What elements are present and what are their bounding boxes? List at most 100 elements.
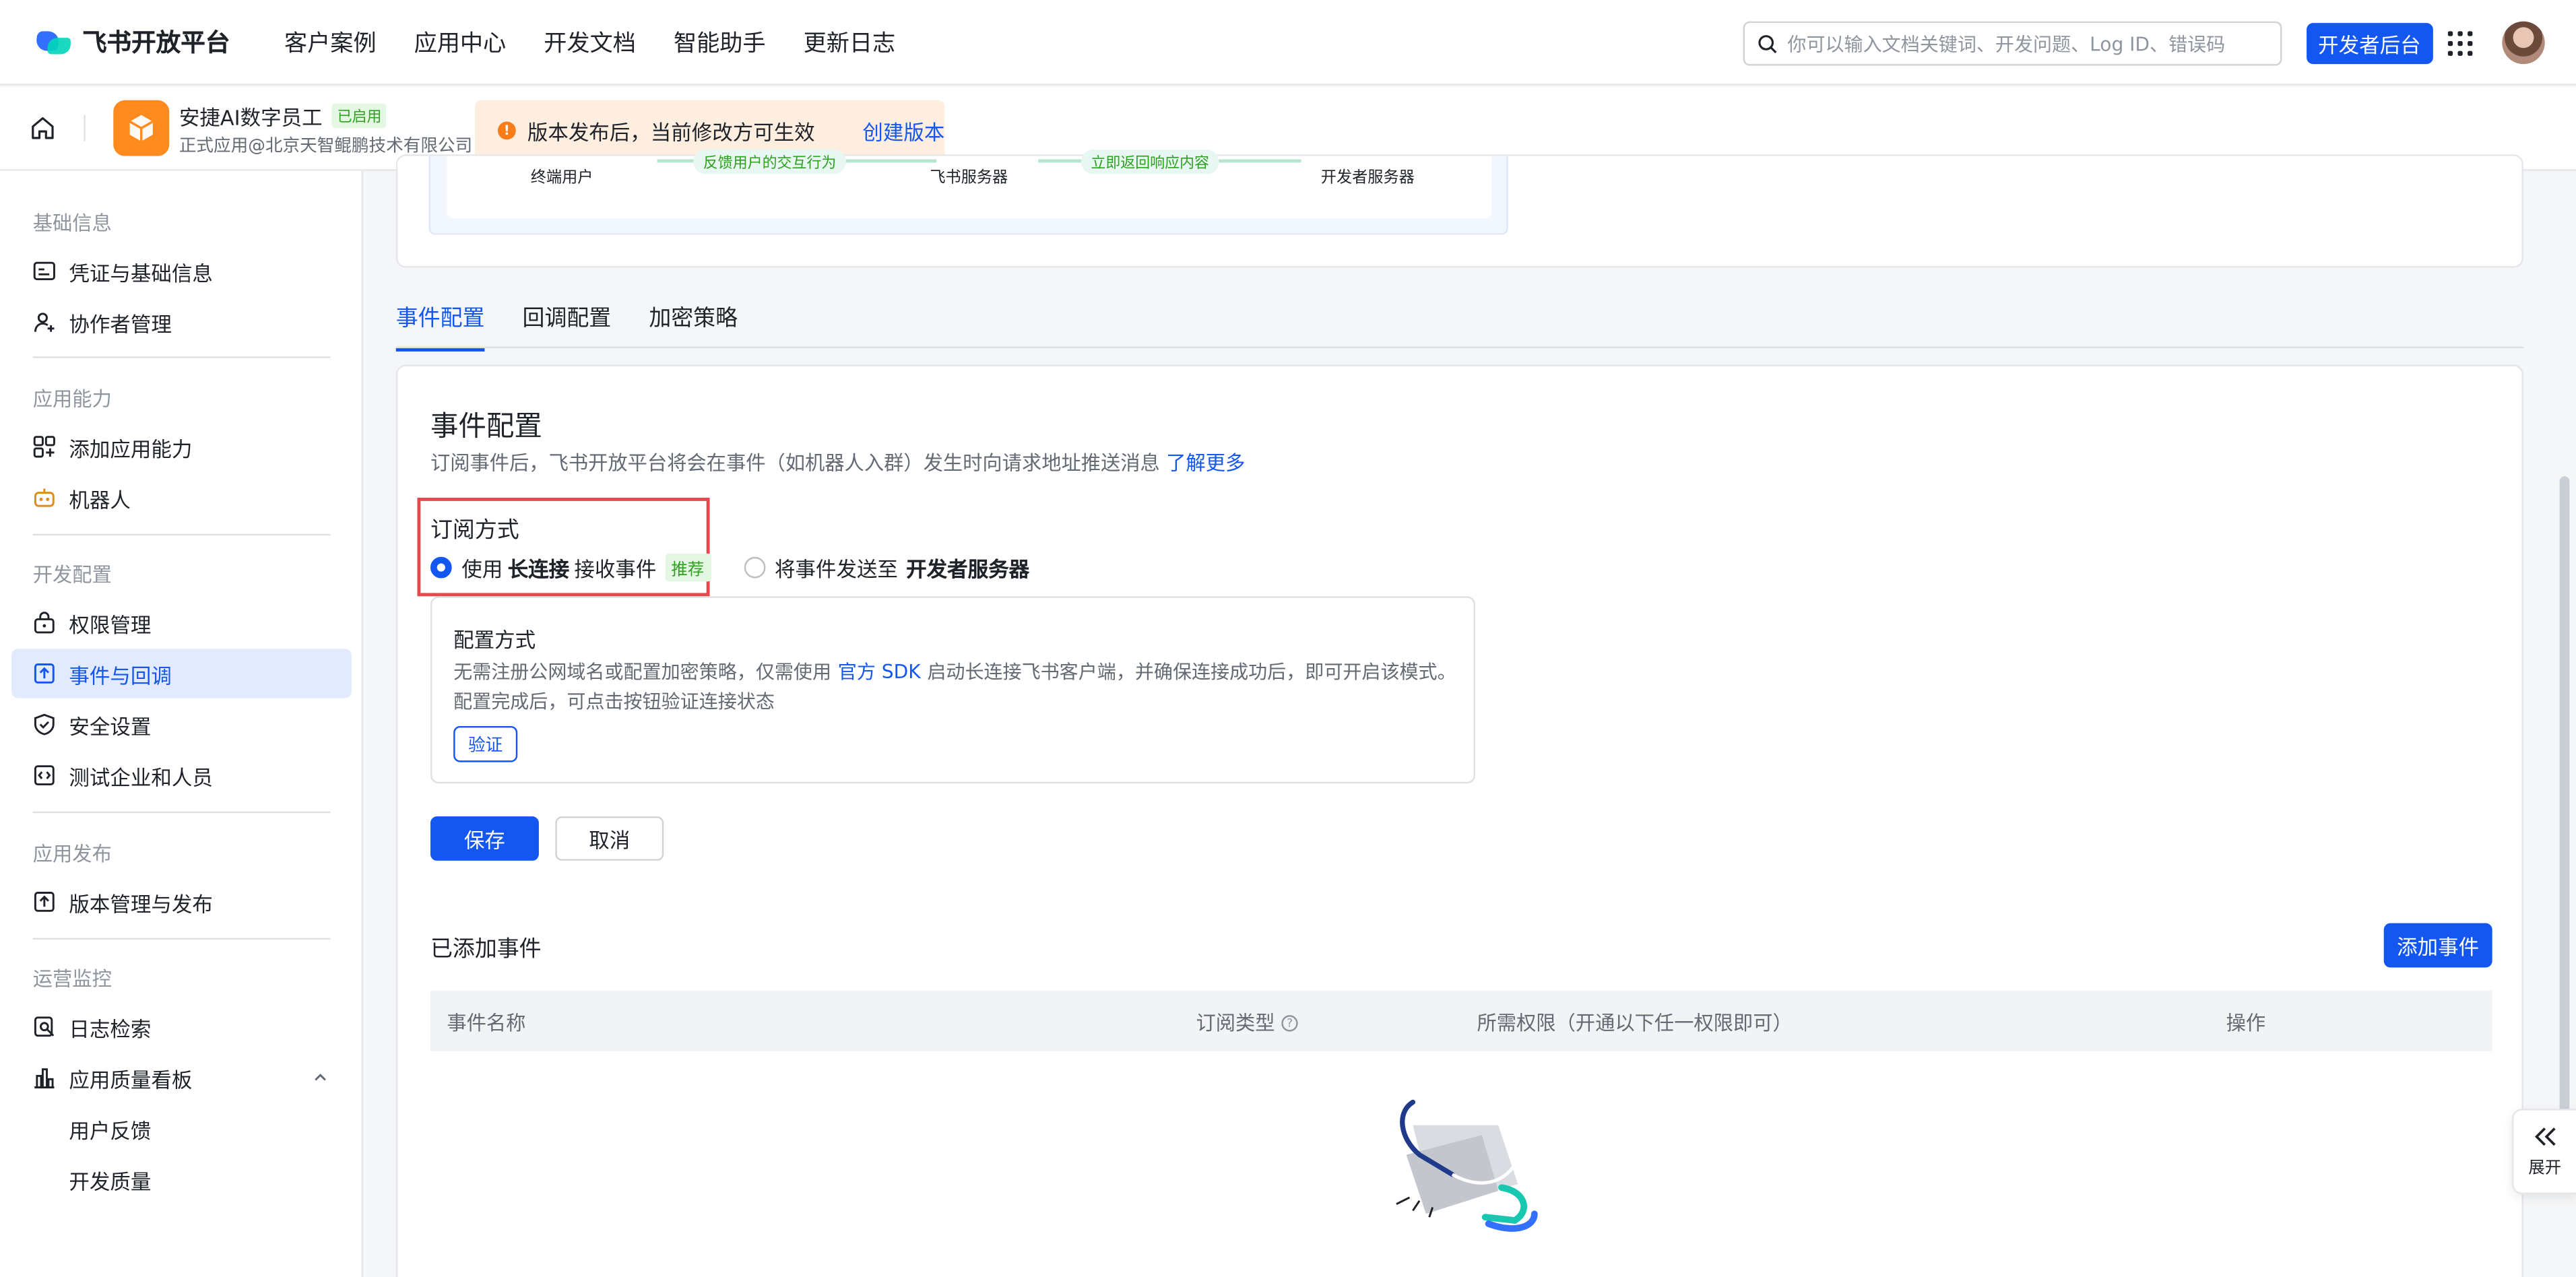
sidebar-item-collaborators[interactable]: 协作者管理: [11, 297, 352, 346]
tabs-divider: [395, 346, 2523, 349]
flow-label-feishu-server: 飞书服务器: [930, 169, 1008, 188]
scrollbar[interactable]: [2559, 476, 2570, 1117]
nav-link-app-center[interactable]: 应用中心: [414, 26, 507, 59]
added-events-title: 已添加事件: [430, 936, 542, 963]
sidebar-item-label: 添加应用能力: [69, 436, 193, 461]
bar-chart-icon: [34, 1068, 55, 1088]
sidebar-item-bot[interactable]: 机器人: [11, 473, 352, 522]
sidebar-item-label: 开发质量: [69, 1169, 152, 1193]
sidebar-item-test-tenants[interactable]: 测试企业和人员: [11, 751, 352, 800]
option-prefix: 使用: [461, 556, 503, 582]
nav-link-docs[interactable]: 开发文档: [544, 26, 636, 59]
sidebar-item-user-feedback[interactable]: 用户反馈: [11, 1104, 352, 1153]
sidebar-item-label: 用户反馈: [69, 1117, 152, 1143]
robot-icon: [34, 488, 55, 507]
config-method-text: 无需注册公网域名或配置加密策略，仅需使用 官方 SDK 启动长连接飞书客户端，并确保…: [453, 657, 1464, 717]
shield-icon: [34, 713, 55, 735]
sidebar-item-quality-dashboard[interactable]: 应用质量看板: [11, 1053, 352, 1102]
sidebar-divider: [32, 356, 331, 358]
logo-text: 飞书开放平台: [82, 28, 230, 58]
sidebar-item-events-callbacks[interactable]: 事件与回调: [11, 649, 352, 698]
sidebar-group-title: 开发配置: [32, 563, 112, 587]
flow-diagram: 终端用户 反馈用户的交互行为 飞书服务器 立即返回响应内容 开发者服务器: [428, 149, 1508, 235]
warning-icon: !: [497, 121, 516, 139]
apps-grid-icon[interactable]: [2447, 31, 2473, 56]
config-tabs: 事件配置 回调配置 加密策略: [395, 299, 738, 352]
cancel-button[interactable]: 取消: [555, 816, 664, 861]
status-badge: 已启用: [332, 102, 387, 128]
tab-encryption[interactable]: 加密策略: [649, 299, 738, 352]
section-description: 订阅事件后，飞书开放平台将会在事件（如机器人入群）发生时向请求地址推送消息 了解…: [430, 449, 1245, 476]
option-suffix: 接收事件: [574, 556, 657, 582]
sidebar-item-dev-quality[interactable]: 开发质量: [11, 1154, 352, 1204]
create-version-link[interactable]: 创建版本: [862, 114, 944, 145]
add-event-button[interactable]: 添加事件: [2383, 923, 2492, 968]
subscribe-mode-title: 订阅方式: [430, 517, 519, 544]
sidebar-item-release[interactable]: 版本管理与发布: [11, 877, 352, 926]
sidebar-item-label: 日志检索: [69, 1016, 152, 1041]
option-prefix: 将事件发送至: [775, 556, 898, 582]
search-icon: [1758, 34, 1777, 53]
sidebar: 基础信息 凭证与基础信息 协作者管理 应用能力 添加应用能力 机器人 开发配置 …: [0, 170, 363, 1277]
tab-event-config[interactable]: 事件配置: [395, 299, 485, 352]
home-icon[interactable]: [30, 115, 56, 141]
app-info: 安捷AI数字员工 已启用 正式应用@北京天智鲲鹏技术有限公司: [179, 100, 472, 157]
chevron-up-icon[interactable]: [312, 1070, 328, 1086]
radio-dev-server[interactable]: [743, 556, 765, 579]
expand-label: 展开: [2528, 1159, 2562, 1178]
sidebar-item-add-capability[interactable]: 添加应用能力: [11, 422, 352, 471]
sidebar-item-security[interactable]: 安全设置: [11, 700, 352, 749]
sidebar-item-label: 版本管理与发布: [69, 891, 213, 916]
sidebar-item-label: 机器人: [69, 487, 131, 512]
config-text: 启动长连接飞书客户端，并确保连接成功后，即可开启该模式。: [927, 660, 1456, 684]
expand-panel-button[interactable]: 展开: [2511, 1109, 2576, 1195]
nav-link-changelog[interactable]: 更新日志: [804, 26, 896, 59]
sidebar-group-title: 应用能力: [32, 387, 112, 411]
option-bold: 开发者服务器: [906, 556, 1030, 582]
double-chevron-left-icon: [2534, 1127, 2556, 1146]
sidebar-item-permissions[interactable]: 权限管理: [11, 598, 352, 647]
nav-link-assistant[interactable]: 智能助手: [674, 26, 766, 59]
sidebar-item-credentials[interactable]: 凭证与基础信息: [11, 247, 352, 296]
config-method-title: 配置方式: [453, 627, 536, 653]
column-header: 订阅类型 ?: [1196, 1008, 1298, 1036]
tab-callback-config[interactable]: 回调配置: [523, 299, 612, 352]
nav-links: 客户案例 应用中心 开发文档 智能助手 更新日志: [284, 26, 895, 59]
sidebar-item-label: 应用质量看板: [69, 1067, 193, 1092]
event-config-card: 事件配置 订阅事件后，飞书开放平台将会在事件（如机器人入群）发生时向请求地址推送…: [395, 364, 2523, 1277]
id-card-icon: [33, 261, 55, 281]
app-subtitle: 正式应用@北京天智鲲鹏技术有限公司: [179, 135, 473, 156]
sidebar-group-title: 基础信息: [32, 211, 112, 235]
logo[interactable]: 飞书开放平台: [34, 25, 230, 59]
config-method-box: 配置方式 无需注册公网域名或配置加密策略，仅需使用 官方 SDK 启动长连接飞书客户…: [430, 596, 1476, 784]
empty-state-illustration: [1396, 1099, 1538, 1232]
config-text: 无需注册公网域名或配置加密策略，仅需使用: [453, 660, 832, 684]
events-table-header: 事件名称 订阅类型 ? 所需权限（开通以下任一权限即可） 操作: [430, 990, 2492, 1051]
sidebar-divider: [32, 533, 331, 536]
user-avatar[interactable]: [2502, 21, 2545, 65]
app-icon: [113, 100, 170, 156]
sidebar-item-logs[interactable]: 日志检索: [11, 1002, 352, 1051]
capability-grid-icon: [33, 436, 55, 458]
learn-more-link[interactable]: 了解更多: [1166, 452, 1245, 475]
search-input[interactable]: [1787, 32, 2264, 55]
help-icon[interactable]: ?: [1281, 1014, 1298, 1031]
official-sdk-link[interactable]: 官方 SDK: [838, 660, 921, 683]
developer-console-button[interactable]: 开发者后台: [2307, 23, 2433, 65]
verify-button[interactable]: 验证: [453, 725, 518, 762]
user-add-icon: [34, 313, 55, 332]
flow-label-dev-server: 开发者服务器: [1320, 169, 1415, 188]
sidebar-item-label: 安全设置: [69, 713, 152, 739]
sidebar-item-label: 凭证与基础信息: [69, 260, 213, 286]
search-box[interactable]: [1743, 21, 2282, 66]
nav-link-cases[interactable]: 客户案例: [284, 26, 377, 59]
top-nav: 飞书开放平台 客户案例 应用中心 开发文档 智能助手 更新日志 开发者后台: [0, 0, 2576, 86]
main-content: 终端用户 反馈用户的交互行为 飞书服务器 立即返回响应内容 开发者服务器 事件配…: [364, 149, 2576, 1277]
notice-text: 版本发布后，当前修改方可生效: [527, 119, 815, 144]
column-header: 操作: [2226, 1012, 2266, 1035]
column-header: 事件名称: [447, 1012, 526, 1035]
save-button[interactable]: 保存: [430, 816, 539, 861]
radio-long-connection[interactable]: [430, 556, 452, 579]
feishu-logo-icon: [34, 27, 73, 57]
app-name: 安捷AI数字员工: [179, 104, 323, 129]
